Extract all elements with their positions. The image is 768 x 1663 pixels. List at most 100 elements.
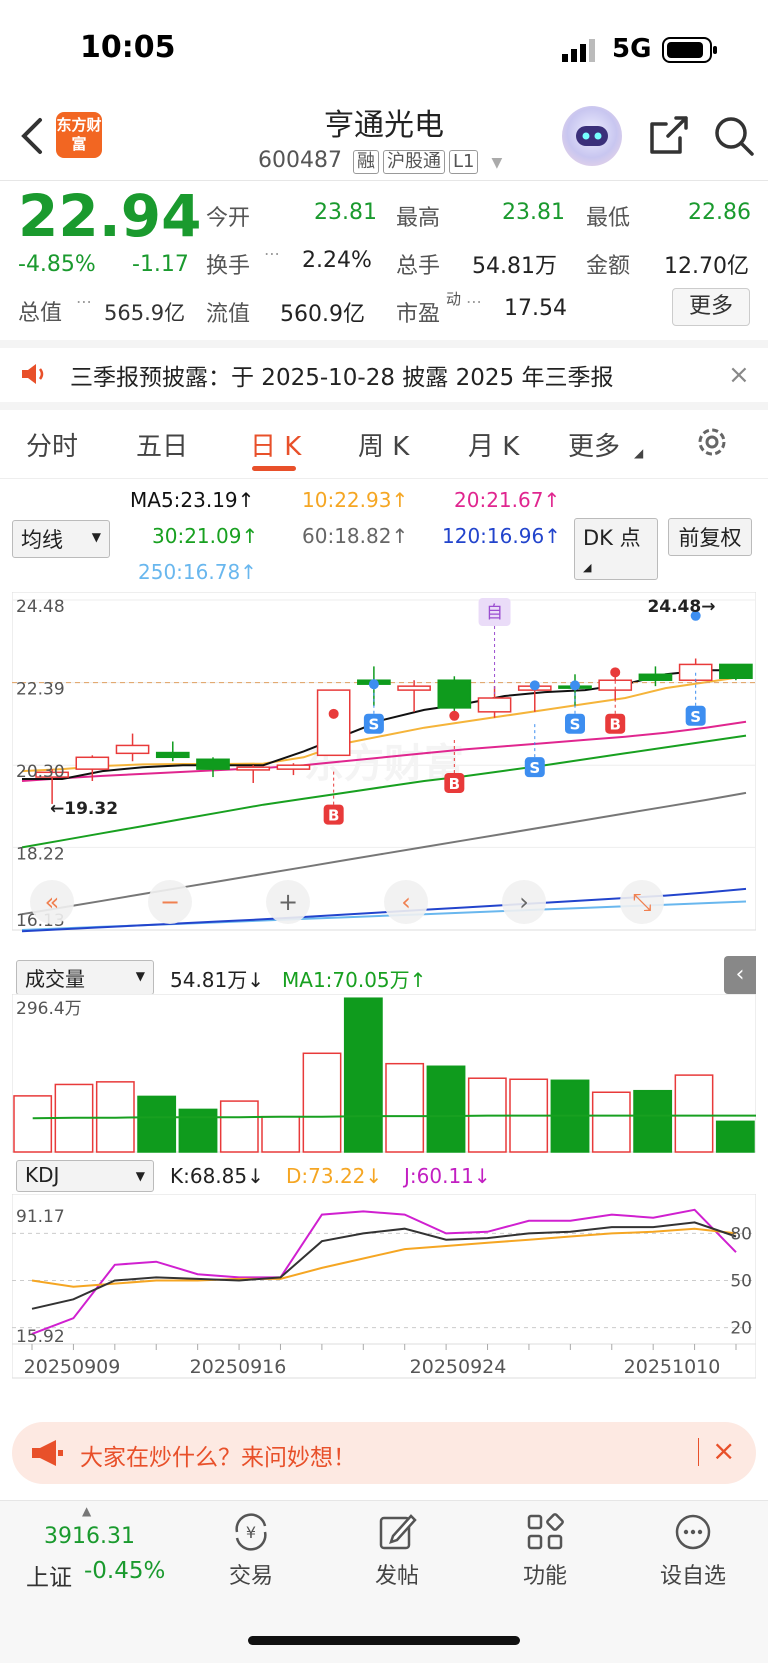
yuan-exchange-icon[interactable]: ¥ bbox=[206, 1510, 296, 1562]
kdj-d-value: D:73.22↓ bbox=[286, 1164, 383, 1188]
fullscreen-icon[interactable]: ⤡ bbox=[632, 888, 651, 916]
ma-select-label: 均线 bbox=[21, 528, 63, 552]
zoom-in-icon[interactable]: + bbox=[278, 888, 298, 916]
adjust-button[interactable]: 前复权 bbox=[668, 518, 752, 556]
close-icon[interactable]: × bbox=[728, 360, 750, 390]
pe-label: 市盈 bbox=[396, 302, 441, 327]
nav-functions[interactable]: 功能 bbox=[500, 1558, 590, 1590]
amount-label: 金额 bbox=[586, 254, 631, 279]
high-label: 最高 bbox=[396, 206, 441, 231]
search-icon[interactable] bbox=[712, 114, 756, 162]
tab-intraday[interactable]: 分时 bbox=[26, 426, 78, 463]
info-icon[interactable]: ⋯ bbox=[76, 292, 92, 311]
kdj-max-label: 91.17 bbox=[16, 1207, 65, 1227]
ma60-value: 60:18.82↑ bbox=[302, 524, 409, 548]
tab-daily-k[interactable]: 日 K bbox=[250, 426, 301, 463]
stock-code-row[interactable]: 600487 融沪股通 L1 ▼ bbox=[258, 148, 502, 174]
volume-value: 54.81万↓ bbox=[170, 968, 265, 992]
marker-s: S bbox=[570, 716, 581, 734]
home-indicator bbox=[248, 1636, 520, 1645]
stock-code: 600487 bbox=[258, 148, 342, 173]
candle bbox=[276, 764, 311, 770]
zoom-out-icon[interactable]: − bbox=[160, 888, 180, 916]
kdj-chart[interactable]: 91.1715.9280502020250909 20250916 20250924… bbox=[12, 1194, 756, 1380]
amount-value: 12.70亿 bbox=[664, 254, 749, 279]
max-annotation: 24.48→ bbox=[647, 597, 715, 617]
kdj-right-label: 80 bbox=[730, 1224, 752, 1244]
network-label: 5G bbox=[612, 34, 652, 64]
x-axis-date: 20250916 bbox=[190, 1356, 287, 1378]
nav-trade[interactable]: 交易 bbox=[206, 1558, 296, 1590]
chevron-down-icon: ▼ bbox=[91, 530, 101, 544]
promo-close-icon[interactable]: × bbox=[712, 1434, 735, 1467]
pe-info-icon[interactable]: ⋯ bbox=[466, 292, 482, 311]
settings-gear-icon[interactable] bbox=[694, 424, 730, 464]
candle bbox=[75, 756, 110, 770]
share-icon[interactable] bbox=[646, 114, 690, 162]
volume-bar bbox=[385, 1062, 425, 1153]
ma120-value: 120:16.96↑ bbox=[442, 524, 561, 548]
edit-icon[interactable] bbox=[352, 1510, 442, 1562]
kline-chart[interactable]: 东方财富BSBSS B S自24.4822.3920.3018.2216.1324.… bbox=[12, 592, 756, 952]
kdj-k-value: K:68.85↓ bbox=[170, 1164, 264, 1188]
ma-select[interactable]: 均线 ▼ bbox=[12, 520, 110, 558]
volume-max-label: 296.4万 bbox=[16, 999, 82, 1019]
volume-bar bbox=[591, 1091, 631, 1153]
tab-underline bbox=[252, 466, 296, 471]
tabs-divider bbox=[0, 478, 768, 479]
nav-watchlist[interactable]: 设自选 bbox=[648, 1558, 738, 1590]
assistant-avatar-icon[interactable] bbox=[562, 106, 622, 166]
collapse-panel-icon[interactable]: ‹ bbox=[724, 956, 756, 994]
turnover-info-icon[interactable]: ⋯ bbox=[264, 244, 280, 263]
signal-dot bbox=[610, 667, 621, 678]
volume-chart[interactable]: 296.4万 bbox=[12, 994, 756, 1154]
scroll-right-icon[interactable]: › bbox=[519, 888, 529, 916]
dk-point-button[interactable]: DK 点 ◢ bbox=[574, 518, 658, 580]
grid-icon[interactable] bbox=[500, 1510, 590, 1562]
signal-dot bbox=[529, 680, 540, 691]
volume-bar bbox=[674, 1074, 714, 1153]
candle bbox=[316, 689, 351, 757]
marker-s: S bbox=[368, 716, 379, 734]
volume-bar bbox=[261, 1115, 301, 1153]
y-axis-label: 22.39 bbox=[16, 680, 65, 700]
corner-icon: ◢ bbox=[583, 561, 592, 574]
promo-text: 大家在炒什么？来问妙想！ bbox=[80, 1445, 356, 1471]
kdj-right-label: 50 bbox=[730, 1271, 752, 1291]
index-up-arrow-icon: ▲ bbox=[82, 1504, 92, 1518]
volume-bar bbox=[343, 997, 383, 1153]
volume-select[interactable]: 成交量 ▼ bbox=[16, 960, 154, 995]
float-label: 流值 bbox=[206, 302, 251, 327]
candle bbox=[115, 744, 150, 755]
signal-dot bbox=[328, 708, 339, 719]
nav-post[interactable]: 发帖 bbox=[352, 1558, 442, 1590]
tab-monthly-k[interactable]: 月 K bbox=[468, 426, 519, 463]
x-axis-date: 20251010 bbox=[624, 1356, 721, 1378]
candle bbox=[638, 673, 673, 681]
index-name[interactable]: 上证 bbox=[26, 1558, 72, 1592]
index-value[interactable]: 3916.31 bbox=[44, 1524, 135, 1549]
y-axis-label: 20.30 bbox=[16, 762, 65, 782]
volume-ma1: MA1:70.05万↑ bbox=[282, 968, 427, 992]
open-label: 今开 bbox=[206, 206, 251, 231]
tab-more-caret-icon: ◢ bbox=[634, 446, 644, 460]
svg-text:¥: ¥ bbox=[246, 1523, 256, 1542]
double-left-icon[interactable]: « bbox=[45, 888, 60, 916]
index-change[interactable]: -0.45% bbox=[84, 1558, 165, 1584]
kdj-frame bbox=[12, 1194, 756, 1379]
chevron-down-icon: ▼ bbox=[135, 1169, 145, 1183]
signal-dot bbox=[570, 680, 580, 691]
more-circle-icon[interactable] bbox=[648, 1510, 738, 1562]
total-value-label: 总值 bbox=[18, 301, 63, 326]
tab-five-day[interactable]: 五日 bbox=[136, 426, 188, 463]
scroll-left-icon[interactable]: ‹ bbox=[401, 888, 411, 916]
tab-weekly-k[interactable]: 周 K bbox=[358, 426, 409, 463]
kdj-select[interactable]: KDJ ▼ bbox=[16, 1160, 154, 1192]
promo-divider bbox=[698, 1438, 699, 1466]
more-button[interactable]: 更多 bbox=[672, 288, 750, 326]
tag-margin: 融 bbox=[352, 150, 379, 174]
volume-bar bbox=[137, 1095, 177, 1153]
open-value: 23.81 bbox=[314, 200, 377, 225]
pe-value: 17.54 bbox=[504, 296, 567, 321]
tab-more[interactable]: 更多 bbox=[568, 426, 620, 463]
